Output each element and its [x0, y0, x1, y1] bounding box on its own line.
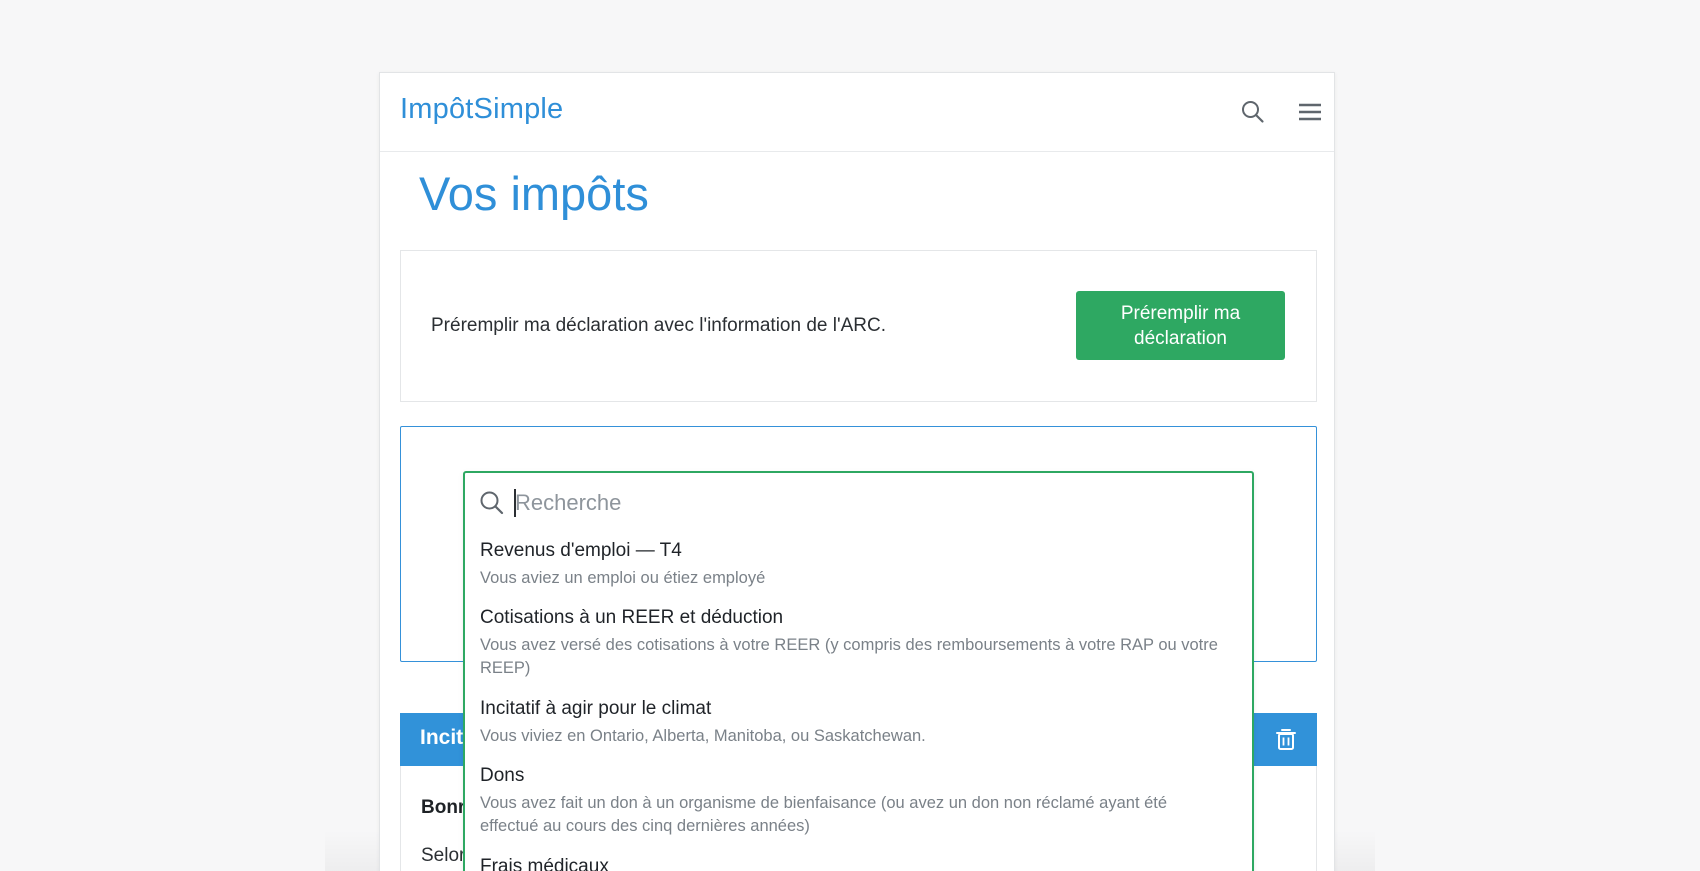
result-title: Dons	[480, 765, 525, 786]
search-icon[interactable]	[1239, 98, 1267, 126]
search-icon	[480, 491, 504, 515]
result-item-reer[interactable]: Cotisations à un REER et déduction Vous …	[480, 606, 1220, 680]
result-item-climat[interactable]: Incitatif à agir pour le climat Vous viv…	[480, 697, 1220, 748]
search-input[interactable]	[515, 483, 1215, 523]
prefill-description: Préremplir ma déclaration avec l'informa…	[431, 315, 886, 336]
result-title: Incitatif à agir pour le climat	[480, 698, 712, 719]
prefill-button[interactable]: Préremplir ma déclaration	[1076, 291, 1285, 360]
section-body-text: Selor	[421, 845, 466, 866]
section-title: Incit	[420, 726, 464, 749]
brand-logo[interactable]: ImpôtSimple	[400, 93, 563, 126]
result-description: Vous viviez en Ontario, Alberta, Manitob…	[480, 727, 926, 745]
section-bold-text: Bonr	[421, 797, 466, 818]
result-description: Vous aviez un emploi ou étiez employé	[480, 569, 766, 587]
top-header: ImpôtSimple	[380, 73, 1334, 152]
result-item-revenus-emploi[interactable]: Revenus d'emploi — T4 Vous aviez un empl…	[480, 539, 1220, 590]
trash-icon[interactable]	[1273, 726, 1299, 752]
result-item-frais-medicaux[interactable]: Frais médicaux	[480, 855, 1220, 871]
result-title: Revenus d'emploi — T4	[480, 540, 682, 561]
search-dropdown: Revenus d'emploi — T4 Vous aviez un empl…	[463, 471, 1254, 871]
result-item-dons[interactable]: Dons Vous avez fait un don à un organism…	[480, 764, 1220, 838]
hamburger-menu-icon[interactable]	[1296, 98, 1324, 126]
result-title: Frais médicaux	[480, 856, 609, 871]
result-description: Vous avez versé des cotisations à votre …	[480, 636, 1218, 677]
page-title: Vos impôts	[419, 167, 649, 220]
result-description: Vous avez fait un don à un organisme de …	[480, 794, 1168, 835]
result-title: Cotisations à un REER et déduction	[480, 607, 784, 628]
prefill-panel: Préremplir ma déclaration avec l'informa…	[400, 250, 1317, 402]
